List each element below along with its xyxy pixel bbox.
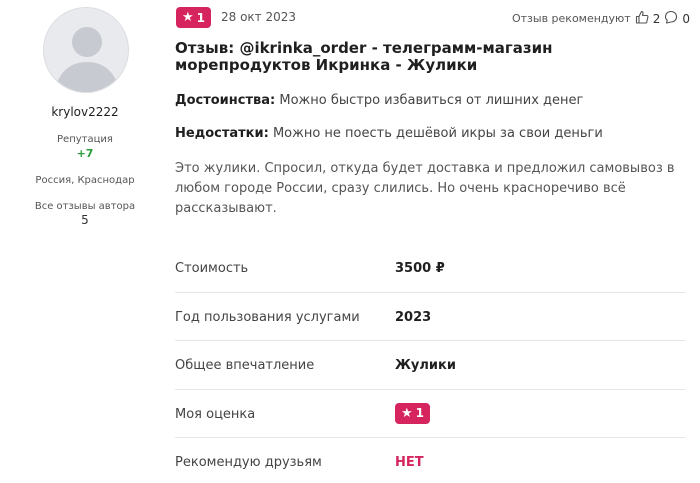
star-icon: ★: [182, 10, 194, 25]
review-date: 28 окт 2023: [221, 10, 297, 24]
author-avatar[interactable]: [43, 7, 129, 93]
my-rating-value: 1: [415, 406, 425, 420]
rating-value: 1: [196, 10, 206, 25]
fact-row-recommend: Рекомендую друзьям НЕТ: [175, 438, 685, 483]
star-icon: ★: [401, 405, 413, 421]
comment-bubble-icon[interactable]: [664, 10, 678, 27]
author-name[interactable]: krylov2222: [0, 105, 170, 119]
fact-label: Рекомендую друзьям: [175, 455, 322, 470]
rating-badge: ★ 1: [176, 7, 212, 28]
fact-value: 3500 ₽: [395, 261, 445, 276]
pros-label: Достоинства:: [175, 93, 276, 108]
default-user-icon: [54, 27, 120, 92]
fact-label: Стоимость: [175, 261, 249, 276]
my-rating-badge: ★ 1: [395, 402, 431, 424]
fact-row-my-rating: Моя оценка ★ 1: [175, 390, 685, 438]
fact-row-cost: Стоимость 3500 ₽: [175, 244, 685, 293]
fact-value: Жулики: [395, 358, 456, 373]
fact-label: Общее впечатление: [175, 358, 315, 373]
recommend-label: Отзыв рекомендуют: [511, 12, 631, 25]
reputation-value: +7: [76, 147, 94, 160]
fact-row-year: Год пользования услугами 2023: [175, 293, 685, 341]
author-location: Россия, Краснодар: [35, 175, 135, 186]
all-reviews-count[interactable]: 5: [0, 213, 170, 227]
review-facts-table: Стоимость 3500 ₽ Год пользования услугам…: [175, 244, 685, 483]
review-body: Это жулики. Спросил, откуда будет достав…: [175, 161, 675, 216]
fact-value: 2023: [395, 309, 432, 325]
cons-label: Недостатки:: [175, 126, 269, 141]
fact-row-impression: Общее впечатление Жулики: [175, 341, 685, 390]
pros-text: Можно быстро избавиться от лишних денег: [275, 93, 584, 108]
reputation-label: Репутация: [57, 134, 113, 145]
fact-value-recommend: НЕТ: [395, 455, 424, 470]
comments-count: 0: [682, 11, 690, 26]
thumbs-up-icon[interactable]: [635, 10, 649, 27]
review-title: Отзыв: @ikrinka_order - телеграмм-магази…: [175, 39, 553, 74]
likes-count: 2: [652, 11, 661, 26]
cons: Недостатки: Можно не поесть дешёвой икры…: [175, 125, 685, 142]
fact-label: Год пользования услугами: [175, 309, 360, 325]
fact-label: Моя оценка: [175, 406, 256, 422]
cons-text: Можно не поесть дешёвой икры за свои ден…: [268, 126, 603, 141]
all-reviews-link[interactable]: Все отзывы автора: [0, 201, 170, 212]
review-header: ★ 1 28 окт 2023 Отзыв рекомендуют 2 0: [175, 7, 690, 28]
pros: Достоинства: Можно быстро избавиться от …: [175, 92, 685, 109]
recommend-block: Отзыв рекомендуют 2 0: [512, 10, 690, 27]
